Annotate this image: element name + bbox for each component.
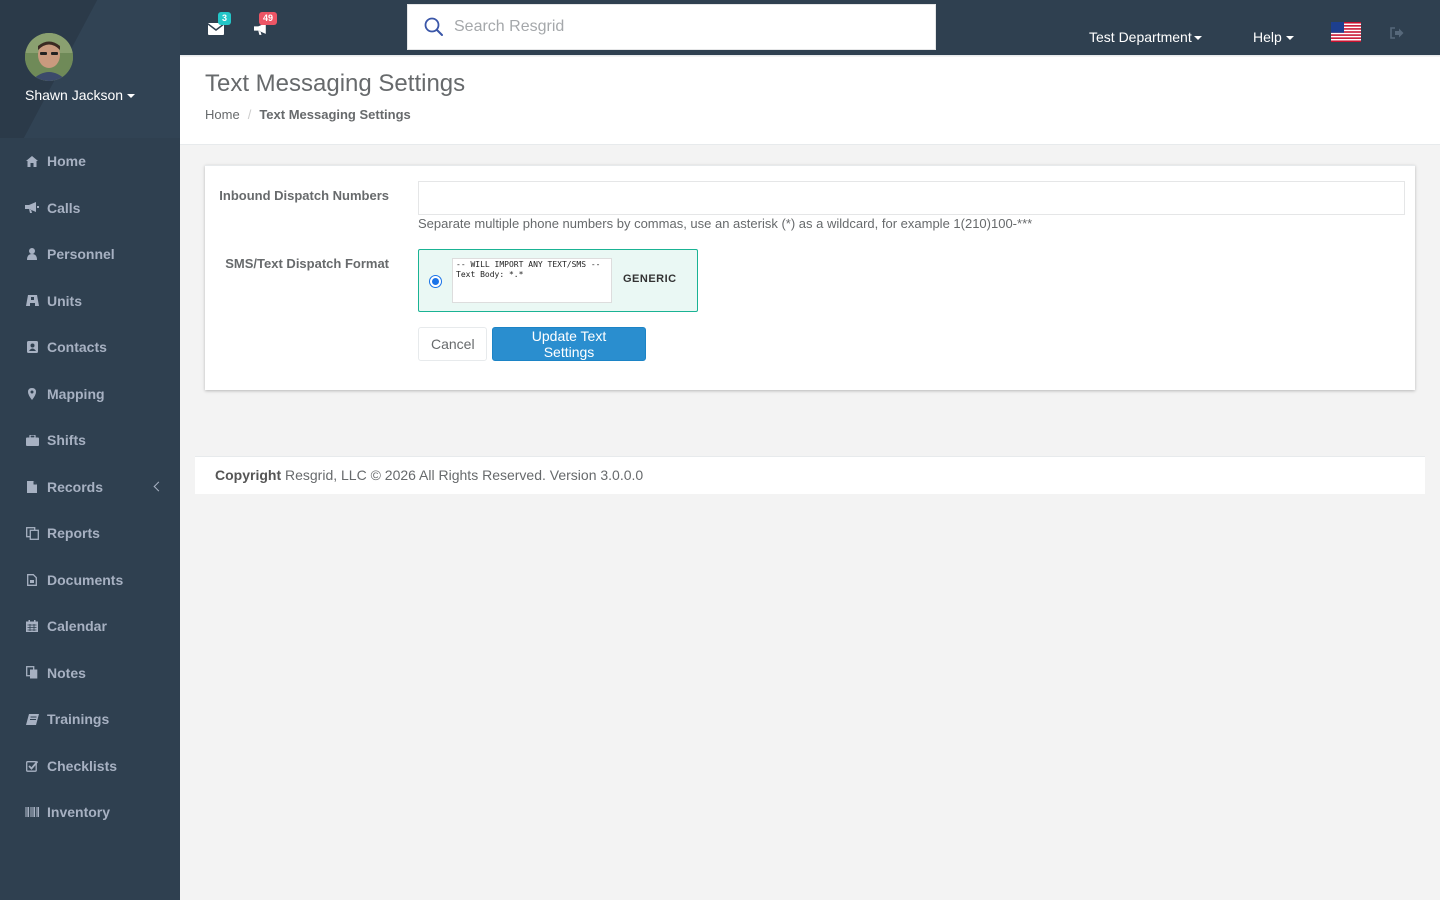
footer-copyright-text: Resgrid, LLC © 2026 All Rights Reserved. xyxy=(281,467,546,483)
sidebar-item-label: Shifts xyxy=(47,432,86,449)
sidebar-item-documents[interactable]: Documents xyxy=(0,557,180,604)
address-book-icon xyxy=(25,340,39,354)
home-icon xyxy=(25,154,39,168)
check-square-icon xyxy=(25,759,39,773)
messages-button[interactable]: 3 xyxy=(208,12,232,36)
sidebar-item-label: Trainings xyxy=(47,711,110,728)
help-dropdown[interactable]: Help xyxy=(1253,29,1294,45)
user-icon xyxy=(25,247,39,261)
sidebar: Shawn Jackson Home Calls Personnel Units… xyxy=(0,0,180,900)
sidebar-item-label: Records xyxy=(47,478,104,495)
sign-out-icon[interactable] xyxy=(1390,27,1404,39)
briefcase-icon xyxy=(25,433,39,447)
caret-down-icon xyxy=(127,94,136,99)
sidebar-item-label: Calls xyxy=(47,199,81,216)
sidebar-item-notes[interactable]: Notes xyxy=(0,650,180,697)
barcode-icon xyxy=(25,805,39,819)
sidebar-item-label: Contacts xyxy=(47,339,107,356)
sidebar-item-label: Reports xyxy=(47,525,100,542)
sidebar-item-label: Inventory xyxy=(47,804,111,821)
format-option-generic[interactable]: -- WILL IMPORT ANY TEXT/SMS -- Text Body… xyxy=(418,249,698,312)
caret-down-icon xyxy=(1193,36,1202,41)
top-navbar: 3 49 Test Department Help xyxy=(180,0,1440,56)
dispatch-format-label: SMS/Text Dispatch Format xyxy=(225,256,389,271)
sidebar-item-label: Units xyxy=(47,292,82,309)
bullhorn-icon xyxy=(25,201,39,215)
truck-icon xyxy=(25,294,39,308)
calls-badge: 49 xyxy=(259,12,278,25)
sidebar-item-reports[interactable]: Reports xyxy=(0,510,180,557)
update-settings-button[interactable]: Update Text Settings xyxy=(492,327,646,361)
calls-button[interactable]: 49 xyxy=(254,12,278,36)
settings-panel: Inbound Dispatch Numbers Separate multip… xyxy=(205,165,1415,390)
sidebar-item-units[interactable]: Units xyxy=(0,278,180,325)
copy-icon xyxy=(25,526,39,540)
sidebar-item-label: Home xyxy=(47,153,86,170)
document-icon xyxy=(25,573,39,587)
breadcrumb-home[interactable]: Home xyxy=(205,107,240,122)
sidebar-item-label: Notes xyxy=(47,664,86,681)
sidebar-item-shifts[interactable]: Shifts xyxy=(0,417,180,464)
map-marker-icon xyxy=(25,387,39,401)
department-dropdown[interactable]: Test Department xyxy=(1089,29,1202,45)
us-flag-icon[interactable] xyxy=(1331,22,1361,42)
sidebar-item-inventory[interactable]: Inventory xyxy=(0,789,180,836)
inbound-numbers-input[interactable] xyxy=(418,181,1405,215)
sidebar-item-records[interactable]: Records xyxy=(0,464,180,511)
inbound-numbers-help: Separate multiple phone numbers by comma… xyxy=(418,216,1033,231)
sidebar-item-trainings[interactable]: Trainings xyxy=(0,696,180,743)
sidebar-item-calendar[interactable]: Calendar xyxy=(0,603,180,650)
inbound-numbers-label: Inbound Dispatch Numbers xyxy=(219,188,389,203)
cancel-button[interactable]: Cancel xyxy=(418,327,487,361)
user-menu[interactable]: Shawn Jackson xyxy=(25,87,136,103)
sidebar-item-personnel[interactable]: Personnel xyxy=(0,231,180,278)
sidebar-item-checklists[interactable]: Checklists xyxy=(0,743,180,790)
sidebar-item-label: Documents xyxy=(47,571,124,588)
format-sample-text: -- WILL IMPORT ANY TEXT/SMS -- Text Body… xyxy=(452,258,612,303)
footer-copyright-label: Copyright xyxy=(215,467,282,483)
messages-badge: 3 xyxy=(218,12,232,25)
department-label: Test Department xyxy=(1089,29,1192,45)
avatar[interactable] xyxy=(25,33,73,81)
sidebar-item-label: Mapping xyxy=(47,385,105,402)
breadcrumb-separator: / xyxy=(247,107,252,122)
book-icon xyxy=(25,712,39,726)
file-icon xyxy=(25,480,39,494)
breadcrumb: Home / Text Messaging Settings xyxy=(205,107,411,122)
sidebar-item-home[interactable]: Home xyxy=(0,138,180,185)
page-heading: Text Messaging Settings Home / Text Messag… xyxy=(180,57,1440,145)
sidebar-item-label: Personnel xyxy=(47,246,115,263)
sidebar-nav: Home Calls Personnel Units Contacts Mapp… xyxy=(0,138,180,836)
search-input[interactable] xyxy=(454,18,894,36)
files-icon xyxy=(25,666,39,680)
caret-down-icon xyxy=(1285,36,1294,41)
calendar-icon xyxy=(25,619,39,633)
search-box xyxy=(407,4,936,50)
format-name: GENERIC xyxy=(623,273,677,285)
format-radio[interactable] xyxy=(429,275,442,288)
breadcrumb-current: Text Messaging Settings xyxy=(259,107,411,122)
sidebar-item-label: Checklists xyxy=(47,757,118,774)
user-name: Shawn Jackson xyxy=(25,87,124,103)
page-title: Text Messaging Settings xyxy=(205,70,466,97)
footer: Copyright Resgrid, LLC © 2026 All Rights… xyxy=(195,456,1425,494)
search-icon xyxy=(424,17,443,36)
chevron-left-icon xyxy=(153,481,164,492)
sidebar-item-contacts[interactable]: Contacts xyxy=(0,324,180,371)
sidebar-item-mapping[interactable]: Mapping xyxy=(0,371,180,418)
help-label: Help xyxy=(1253,29,1282,45)
sidebar-item-calls[interactable]: Calls xyxy=(0,185,180,232)
footer-version: Version 3.0.0.0 xyxy=(545,467,644,483)
profile-header: Shawn Jackson xyxy=(0,0,180,138)
sidebar-item-label: Calendar xyxy=(47,618,107,635)
